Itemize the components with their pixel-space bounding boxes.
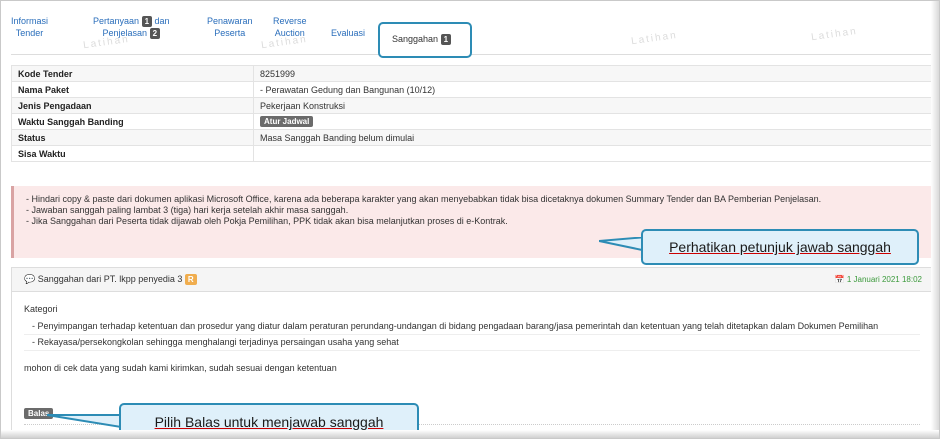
sender-badge: R	[184, 274, 197, 285]
tab-badge: 1	[141, 16, 153, 27]
tab-bar: Informasi Tender Pertanyaan 1 dan Penjel…	[11, 7, 936, 58]
category-label: Kategori	[24, 304, 58, 314]
watermark: Latihan	[82, 33, 131, 52]
info-value: Pekerjaan Konstruksi	[253, 97, 933, 114]
window-shadow	[931, 1, 939, 438]
info-key: Nama Paket	[11, 81, 254, 98]
tab-label-line2: Tender	[15, 28, 44, 38]
tab-informasi-tender[interactable]: Informasi Tender	[11, 15, 48, 39]
list-item: - Penyimpangan terhadap ketentuan dan pr…	[24, 319, 920, 335]
info-value: Masa Sanggah Banding belum dimulai	[253, 129, 933, 146]
table-row: Status Masa Sanggah Banding belum dimula…	[11, 129, 933, 146]
category-list: - Penyimpangan terhadap ketentuan dan pr…	[24, 319, 920, 351]
tab-label-line1: Reverse	[273, 16, 307, 26]
tab-label-line1: Evaluasi	[331, 28, 366, 38]
tender-info-table: Kode Tender 8251999 Nama Paket - Perawat…	[11, 65, 933, 162]
info-key: Jenis Pengadaan	[11, 97, 254, 114]
info-value	[253, 145, 933, 162]
tab-active-label: Sanggahan	[392, 34, 439, 44]
tab-penawaran-peserta[interactable]: Penawaran Peserta	[207, 15, 253, 39]
tab-label-line1: Penawaran	[207, 16, 253, 26]
watermark: Latihan	[810, 25, 859, 44]
tab-label-line1b: dan	[154, 16, 170, 26]
tab-pertanyaan-penjelasan[interactable]: Pertanyaan 1 dan Penjelasan 2	[93, 15, 170, 39]
callout-pointer	[46, 414, 122, 429]
comment-icon: 💬	[24, 274, 36, 284]
callout-text: Pilih Balas untuk menjawab sanggah	[154, 414, 384, 430]
info-key: Waktu Sanggah Banding	[11, 113, 254, 130]
info-key: Status	[11, 129, 254, 146]
atur-jadwal-badge: Atur Jadwal	[260, 116, 314, 127]
comment-from-label: Sanggahan dari PT. lkpp penyedia 3	[37, 274, 183, 284]
tab-badge: 2	[149, 28, 161, 39]
comment-date-label: 1 Januari 2021 18:02	[846, 275, 922, 284]
tab-sanggahan[interactable]: Sanggahan 1	[378, 22, 472, 58]
window-shadow	[1, 430, 939, 438]
list-item: - Rekayasa/persekongkolan sehingga mengh…	[24, 335, 920, 351]
comment-date: 📅 1 Januari 2021 18:02	[835, 275, 922, 284]
window: Informasi Tender Pertanyaan 1 dan Penjel…	[0, 0, 940, 439]
comment-from: 💬 Sanggahan dari PT. lkpp penyedia 3 R	[24, 274, 197, 285]
alert-line: - Hindari copy & paste dari dokumen apli…	[26, 194, 822, 204]
comment-header: 💬 Sanggahan dari PT. lkpp penyedia 3 R 📅…	[12, 268, 932, 292]
info-key: Kode Tender	[11, 65, 254, 82]
watermark: Latihan	[260, 33, 309, 52]
callout-jawab-sanggah: Perhatikan petunjuk jawab sanggah	[641, 229, 919, 265]
info-value: 8251999	[253, 65, 933, 82]
table-row: Kode Tender 8251999	[11, 65, 933, 82]
alert-line: - Jawaban sanggah paling lambat 3 (tiga)…	[26, 205, 349, 215]
alert-line: - Jika Sanggahan dari Peserta tidak dija…	[26, 216, 508, 226]
tab-label-line2: Peserta	[214, 28, 246, 38]
table-row: Jenis Pengadaan Pekerjaan Konstruksi	[11, 97, 933, 114]
info-value: - Perawatan Gedung dan Bangunan (10/12)	[253, 81, 933, 98]
table-row: Waktu Sanggah Banding Atur Jadwal	[11, 113, 933, 130]
info-value-cell: Atur Jadwal	[253, 113, 933, 130]
watermark: Latihan	[630, 29, 679, 48]
callout-text: Perhatikan petunjuk jawab sanggah	[669, 239, 891, 255]
tab-badge: 1	[440, 34, 452, 45]
comment-message: mohon di cek data yang sudah kami kirimk…	[24, 363, 337, 373]
calendar-icon: 📅	[834, 275, 845, 284]
table-row: Nama Paket - Perawatan Gedung dan Bangun…	[11, 81, 933, 98]
tab-label-line1: Informasi	[11, 16, 49, 26]
info-key: Sisa Waktu	[11, 145, 254, 162]
tab-evaluasi[interactable]: Evaluasi	[331, 27, 365, 39]
tab-label-line1: Pertanyaan	[93, 16, 140, 26]
table-row: Sisa Waktu	[11, 145, 933, 162]
comment-body: Kategori - Penyimpangan terhadap ketentu…	[12, 292, 932, 382]
